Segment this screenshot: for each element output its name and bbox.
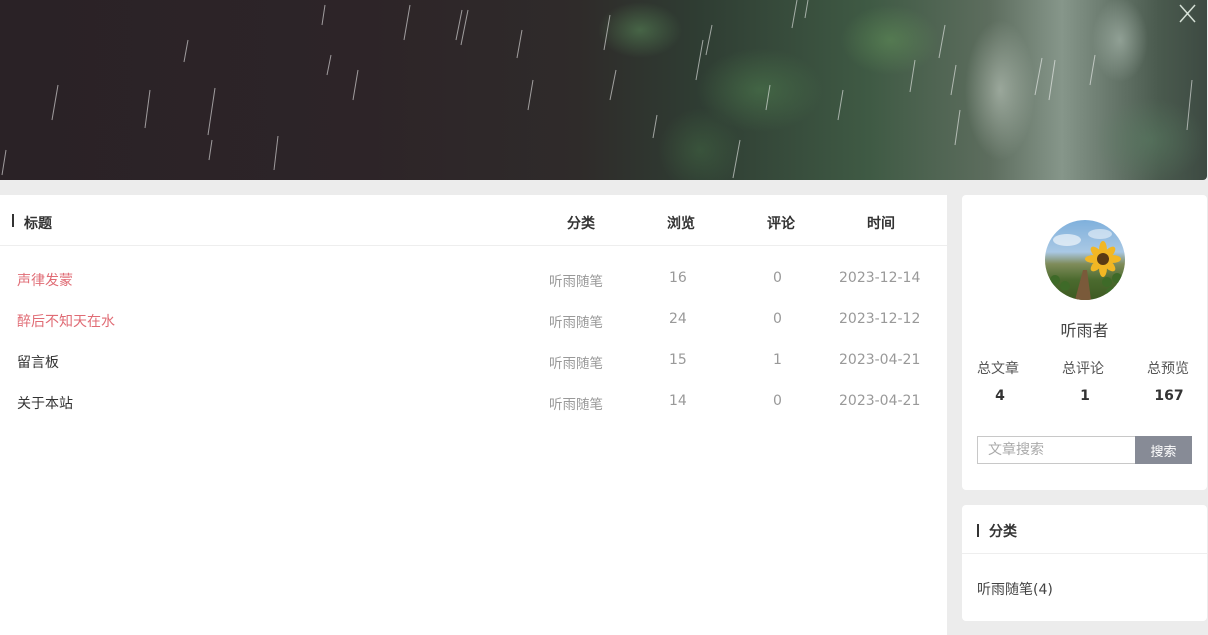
article-comments: 1 <box>773 352 782 368</box>
article-list-card: 标题 分类 浏览 评论 时间 声律发蒙 听雨随笔 16 0 2023-12-14… <box>0 195 947 635</box>
stat-label-views: 总预览 <box>1147 361 1189 377</box>
stat-label-articles: 总文章 <box>977 361 1019 377</box>
article-date: 2023-04-21 <box>839 393 921 409</box>
article-category: 听雨随笔 <box>549 315 603 331</box>
article-title-link[interactable]: 醉后不知天在水 <box>17 311 115 331</box>
rain-decoration <box>1 0 1196 179</box>
article-category: 听雨随笔 <box>549 397 603 413</box>
column-header-time: 时间 <box>867 216 895 232</box>
category-accent-bar <box>977 524 979 537</box>
stat-value-comments: 1 <box>1080 388 1090 404</box>
column-header-comments: 评论 <box>767 216 795 232</box>
search-button[interactable]: 搜索 <box>1135 436 1192 464</box>
article-category: 听雨随笔 <box>549 274 603 290</box>
article-views: 15 <box>669 352 687 368</box>
article-date: 2023-12-14 <box>839 270 921 286</box>
article-views: 14 <box>669 393 687 409</box>
article-date: 2023-04-21 <box>839 352 921 368</box>
category-item[interactable]: 听雨随笔(4) <box>977 579 1053 599</box>
column-header-views: 浏览 <box>667 216 695 232</box>
article-comments: 0 <box>773 311 782 327</box>
category-title: 分类 <box>989 524 1017 540</box>
column-header-category: 分类 <box>567 216 595 232</box>
sunflower-icon <box>1050 229 1122 300</box>
article-date: 2023-12-12 <box>839 311 921 327</box>
article-title-link[interactable]: 关于本站 <box>17 393 73 413</box>
article-views: 16 <box>669 270 687 286</box>
category-card: 分类 听雨随笔(4) <box>962 505 1207 621</box>
profile-card: 听雨者 总文章 总评论 总预览 4 1 167 搜索 <box>962 195 1207 490</box>
table-row: 醉后不知天在水 听雨随笔 24 0 2023-12-12 <box>0 299 947 340</box>
article-comments: 0 <box>773 270 782 286</box>
stat-label-comments: 总评论 <box>1062 361 1104 377</box>
header-accent-bar <box>12 214 14 227</box>
table-row: 关于本站 听雨随笔 14 0 2023-04-21 <box>0 381 947 422</box>
article-title-link[interactable]: 声律发蒙 <box>17 270 73 290</box>
table-row: 留言板 听雨随笔 15 1 2023-04-21 <box>0 340 947 381</box>
header-banner <box>0 0 1207 180</box>
article-rows: 声律发蒙 听雨随笔 16 0 2023-12-14 醉后不知天在水 听雨随笔 2… <box>0 258 947 422</box>
search-input[interactable] <box>977 436 1135 464</box>
article-category: 听雨随笔 <box>549 356 603 372</box>
category-header: 分类 <box>962 505 1207 554</box>
table-header: 标题 分类 浏览 评论 时间 <box>0 195 947 246</box>
article-title-link[interactable]: 留言板 <box>17 352 59 372</box>
article-comments: 0 <box>773 393 782 409</box>
avatar[interactable] <box>1045 220 1125 300</box>
column-header-title: 标题 <box>24 216 52 232</box>
stat-value-articles: 4 <box>995 388 1005 404</box>
article-views: 24 <box>669 311 687 327</box>
table-row: 声律发蒙 听雨随笔 16 0 2023-12-14 <box>0 258 947 299</box>
profile-name: 听雨者 <box>1060 321 1109 340</box>
stat-value-views: 167 <box>1154 388 1184 404</box>
